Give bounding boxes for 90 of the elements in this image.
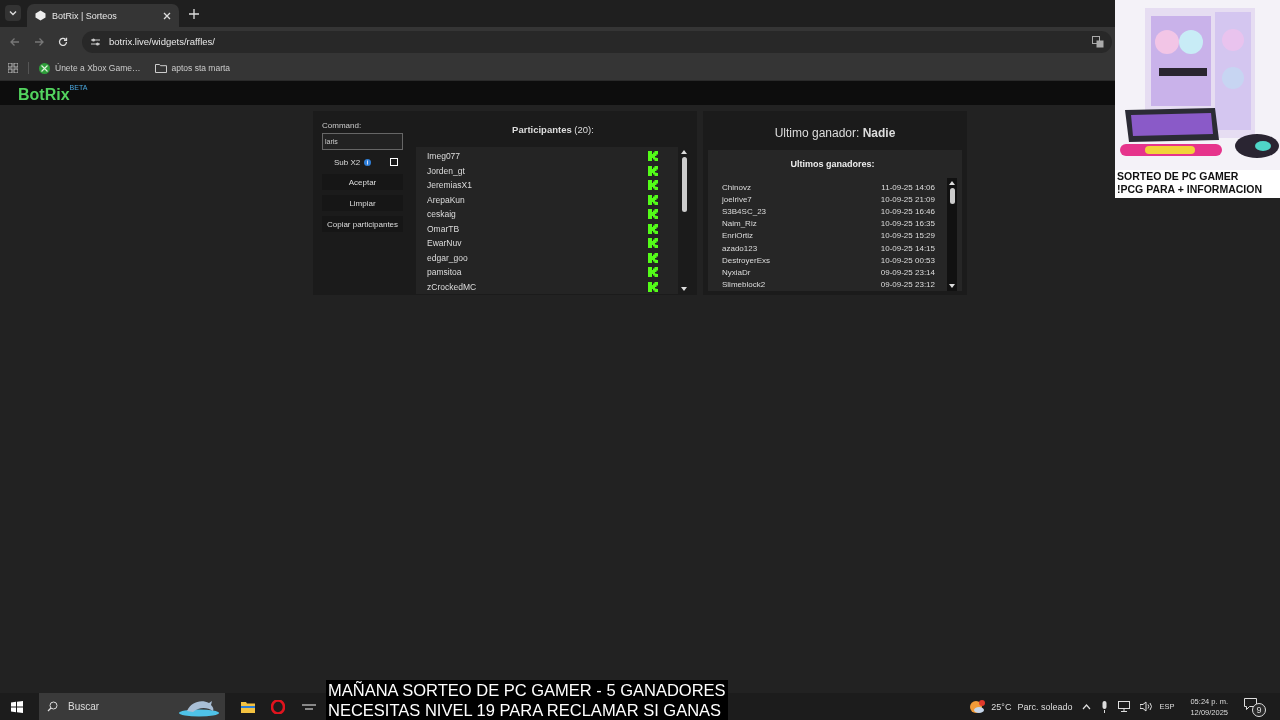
command-label: Command:: [322, 121, 363, 130]
search-field[interactable]: Buscar: [39, 693, 225, 720]
kick-icon: [648, 151, 658, 162]
checkbox[interactable]: [390, 158, 399, 166]
network-icon[interactable]: [1118, 701, 1131, 712]
search-icon: [47, 701, 58, 712]
winner-name: azado123: [722, 243, 758, 253]
back-icon[interactable]: [10, 36, 20, 47]
winner-date: 09-09-25 23:14: [880, 268, 935, 278]
participant-name: JeremiasX1: [427, 180, 472, 191]
scroll-up-icon[interactable]: [949, 181, 955, 185]
translate-icon[interactable]: [1092, 35, 1104, 48]
volume-icon[interactable]: [1140, 701, 1154, 712]
scroll-down-icon[interactable]: [949, 284, 955, 288]
kick-icon: [648, 209, 658, 220]
action-button[interactable]: Aceptar: [322, 174, 403, 190]
microphone-icon[interactable]: [1101, 700, 1109, 713]
folder-icon: [154, 63, 167, 73]
site-settings-icon[interactable]: [90, 36, 101, 47]
kick-icon: [648, 252, 658, 263]
new-tab-icon[interactable]: [189, 9, 199, 19]
participant-name: ArepaKun: [427, 194, 465, 205]
kick-icon: [648, 223, 658, 234]
winner-date: 10-09-25 15:29: [880, 231, 935, 241]
participant-name: EwarNuv: [427, 238, 462, 249]
weather-icon[interactable]: [969, 698, 986, 715]
winner-date: 10-09-25 14:15: [880, 243, 935, 253]
promo-text: !PCG PARA + INFORMACION: [1117, 183, 1263, 196]
winner-name: DestroyerExs: [722, 255, 770, 265]
participant-name: Jorden_gt: [427, 165, 465, 176]
scroll-up-icon[interactable]: [681, 150, 687, 154]
winner-name: Slimeblock2: [722, 280, 766, 290]
last-winner-heading: Ultimo ganador: Nadie: [773, 125, 897, 142]
participant-name: ceskaig: [427, 209, 456, 220]
kick-icon: [648, 165, 658, 176]
reload-icon[interactable]: [58, 36, 68, 47]
caption-line: MAÑANA SORTEO DE PC GAMER - 5 GANADORES: [327, 680, 727, 700]
caption-line: NECESITAS NIVEL 19 PARA RECLAMAR SI GANAS: [327, 700, 723, 720]
site-logo[interactable]: BotRix: [18, 85, 70, 105]
participant-name: Imeg077: [427, 151, 461, 162]
participant-name: zCrockedMC: [427, 281, 477, 292]
kick-icon: [648, 238, 658, 249]
sub-label: Sub X2: [334, 157, 361, 167]
bookmark[interactable]: Únete a Xbox Game…: [39, 62, 141, 74]
winners-heading: Ultimos ganadores:: [789, 158, 876, 171]
address-bar[interactable]: botrix.live/widgets/raffles/: [82, 30, 1112, 53]
kick-icon: [648, 194, 658, 205]
winner-date: 10-09-25 16:35: [880, 219, 935, 229]
action-button[interactable]: Limpiar: [322, 195, 403, 211]
opera-icon[interactable]: [271, 699, 285, 714]
participants-heading: Participantes (20):: [511, 123, 595, 137]
winner-date: 09-09-25 23:12: [880, 280, 935, 290]
winner-name: S3B4SC_23: [722, 207, 767, 217]
winner-name: joelrive7: [722, 194, 752, 204]
bookmark[interactable]: aptos sta marta: [154, 63, 231, 73]
winner-name: Chinovz: [722, 182, 751, 192]
promo-text: SORTEO DE PC GAMER: [1117, 170, 1240, 183]
kick-icon: [648, 180, 658, 191]
temperature[interactable]: 25°C: [991, 701, 1012, 712]
weather-text[interactable]: Parc. soleado: [1017, 701, 1073, 712]
app-icon[interactable]: [301, 701, 317, 712]
favicon-icon: [35, 10, 46, 21]
winner-date: 11-09-25 14:06: [881, 182, 935, 192]
close-icon[interactable]: [163, 11, 171, 20]
scroll-thumb[interactable]: [681, 157, 687, 212]
chevron-down-icon: [8, 8, 18, 18]
scroll-down-icon[interactable]: [681, 287, 687, 291]
kick-icon: [648, 281, 658, 292]
folder-icon[interactable]: [241, 700, 255, 713]
participant-name: OmarTB: [427, 223, 460, 234]
participant-name: pamsitoa: [427, 267, 462, 278]
winner-name: Naim_Riz: [722, 219, 757, 229]
forward-icon[interactable]: [34, 36, 44, 47]
apps-icon[interactable]: [8, 63, 18, 73]
winner-name: EnriOrtiz: [722, 231, 754, 241]
windows-start-icon[interactable]: [11, 700, 23, 713]
browser-tab[interactable]: BotRix | Sorteos: [27, 4, 179, 27]
action-button[interactable]: Copiar participantes: [322, 216, 403, 232]
participant-name: edgar_goo: [427, 252, 468, 263]
scrollbar[interactable]: [947, 178, 957, 291]
chevron-up-icon[interactable]: [1082, 703, 1092, 710]
scroll-thumb[interactable]: [949, 188, 955, 204]
info-icon[interactable]: [364, 158, 372, 166]
winner-name: NyxiaDr: [722, 268, 751, 278]
winner-date: 10-09-25 21:09: [880, 194, 935, 204]
xbox-icon: [39, 62, 50, 74]
kick-icon: [648, 267, 658, 278]
winner-date: 10-09-25 00:53: [880, 255, 935, 265]
tab-search-button[interactable]: [5, 5, 21, 21]
winner-date: 10-09-25 16:46: [880, 207, 935, 217]
